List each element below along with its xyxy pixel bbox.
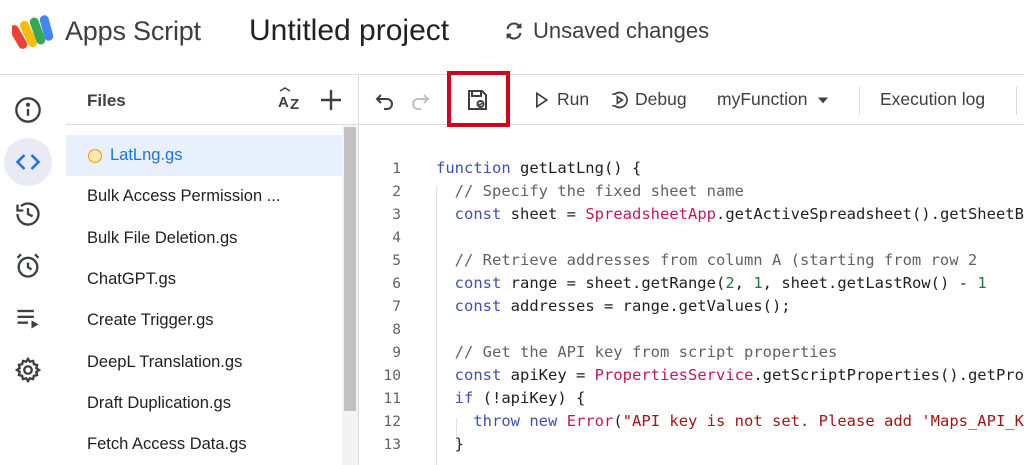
redo-icon (412, 94, 430, 110)
add-file-icon[interactable] (316, 85, 346, 115)
function-select[interactable]: myFunction (717, 89, 833, 110)
rail-triggers-history[interactable] (4, 190, 52, 238)
line-number: 5 (392, 253, 401, 269)
save-highlight-box (447, 71, 510, 127)
execution-log-button[interactable]: Execution log (880, 89, 985, 110)
code-line: 9 // Get the API key from script propert… (359, 343, 1024, 366)
code-line: 12 throw new Error("API key is not set. … (359, 412, 1024, 435)
file-label: DeepL Translation.gs (87, 352, 243, 371)
rail-overview[interactable] (4, 86, 52, 134)
info-icon (15, 97, 41, 123)
save-status-text: Unsaved changes (533, 18, 710, 43)
file-label: LatLng.gs (110, 146, 183, 165)
line-number: 9 (392, 345, 401, 361)
code-line: 11 if (!apiKey) { (359, 389, 1024, 412)
rail-editor[interactable] (4, 138, 52, 186)
file-label: Bulk File Deletion.gs (87, 228, 238, 247)
app-header: Apps Script Untitled project Unsaved cha… (0, 0, 1024, 74)
code-line: 2 // Specify the fixed sheet name (359, 182, 1024, 205)
code-line: 6 const range = sheet.getRange(2, 1, she… (359, 274, 1024, 297)
file-item[interactable]: Create Trigger.gs (66, 300, 346, 341)
line-number: 2 (392, 184, 401, 200)
file-label: Bulk Access Permission ... (87, 187, 281, 206)
redo-button[interactable] (406, 86, 434, 114)
file-item-latlng[interactable]: LatLng.gs (66, 135, 346, 177)
svg-text:A: A (278, 94, 289, 111)
line-number: 4 (392, 230, 401, 246)
file-label: Fetch Access Data.gs (87, 435, 247, 454)
sync-icon (506, 22, 522, 40)
save-status: Unsaved changes (503, 18, 709, 44)
file-label: Draft Duplication.gs (87, 393, 231, 412)
file-item[interactable]: DeepL Translation.gs (66, 341, 346, 382)
code-line: 13 } (359, 435, 1024, 458)
code-line: 4 (359, 228, 1024, 251)
code-line: 3 const sheet = SpreadsheetApp.getActive… (359, 205, 1024, 228)
alarm-icon (16, 253, 40, 278)
function-select-value: myFunction (717, 89, 808, 109)
app-name[interactable]: Apps Script (65, 16, 201, 47)
file-item[interactable]: Draft Duplication.gs (66, 383, 346, 424)
file-item[interactable]: Fetch Access Data.gs (66, 424, 346, 465)
line-number: 6 (392, 276, 401, 292)
unsaved-dot-icon (88, 148, 102, 163)
project-title[interactable]: Untitled project (249, 14, 449, 48)
rail-settings[interactable] (4, 346, 52, 394)
file-list: LatLng.gs Bulk Access Permission ... Bul… (66, 135, 346, 465)
code-line: 7 const addresses = range.getValues(); (359, 297, 1024, 320)
file-label: Create Trigger.gs (87, 311, 214, 330)
run-label: Run (557, 89, 590, 109)
files-header: Files A Z (66, 75, 358, 125)
debug-icon (612, 91, 628, 108)
history-icon (16, 202, 40, 226)
svg-text:Z: Z (290, 96, 299, 113)
run-button[interactable]: Run (531, 89, 589, 110)
rail-executions[interactable] (4, 294, 52, 342)
code-line: 10 const apiKey = PropertiesService.getS… (359, 366, 1024, 389)
code-editor[interactable]: 1 function getLatLng() { 2 // Specify the… (359, 126, 1024, 465)
line-number: 12 (383, 414, 401, 430)
code-line: 5 // Retrieve addresses from column A (s… (359, 251, 1024, 274)
line-number: 8 (392, 322, 401, 338)
file-item[interactable]: Bulk File Deletion.gs (66, 218, 346, 259)
apps-script-logo-icon[interactable] (12, 14, 56, 52)
line-number: 7 (392, 299, 401, 315)
file-item[interactable]: ChatGPT.gs (66, 259, 346, 300)
execution-log-label: Execution log (880, 89, 986, 109)
line-number: 1 (392, 161, 401, 177)
line-number: 3 (392, 207, 401, 223)
line-number: 10 (383, 368, 401, 384)
line-number: 13 (383, 437, 401, 453)
play-icon (536, 91, 549, 108)
files-panel: Files A Z LatLng.gs Bulk Access Permissi… (66, 75, 358, 465)
dropdown-arrow-icon (818, 97, 829, 103)
undo-icon (375, 94, 393, 110)
files-title: Files (87, 91, 126, 110)
file-item[interactable]: Bulk Access Permission ... (66, 176, 346, 217)
sort-az-icon[interactable]: A Z (276, 85, 306, 115)
toolbar-separator (1016, 87, 1017, 115)
gear-icon (14, 356, 42, 384)
line-number: 11 (383, 391, 401, 407)
toolbar-separator (859, 87, 860, 115)
undo-button[interactable] (371, 86, 399, 114)
executions-icon (17, 309, 39, 329)
debug-button[interactable]: Debug (609, 89, 687, 110)
file-label: ChatGPT.gs (87, 270, 176, 289)
files-scrollbar-thumb[interactable] (344, 127, 356, 411)
code-line: 8 (359, 320, 1024, 343)
editor-toolbar: Run Debug myFunction Execution log (359, 71, 1024, 127)
code-line: 1 function getLatLng() { (359, 159, 1024, 182)
left-rail (0, 75, 56, 465)
code-icon (15, 154, 41, 170)
debug-label: Debug (635, 89, 687, 109)
rail-triggers[interactable] (4, 242, 52, 290)
